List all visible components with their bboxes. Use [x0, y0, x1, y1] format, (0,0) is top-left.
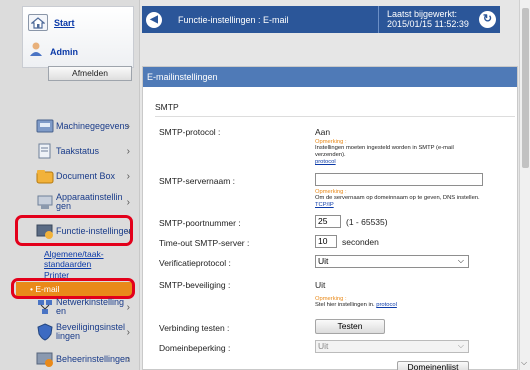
- highlight-function-settings: [15, 215, 133, 246]
- smtp-security-label: SMTP-beveiliging :: [159, 280, 231, 290]
- smtp-port-input[interactable]: 25: [315, 215, 341, 228]
- note-body: Instellingen moeten ingesteld worden in …: [315, 145, 454, 158]
- document-box-icon: [36, 167, 54, 185]
- sidebar-item-label: Document Box: [56, 171, 116, 181]
- sidebar-item-security-settings[interactable]: Beveiligingsinstellingen ›: [36, 320, 134, 344]
- smtp-server-input[interactable]: [315, 173, 483, 186]
- test-button[interactable]: Testen: [315, 319, 385, 334]
- user-avatar-icon: [28, 41, 44, 62]
- timeout-label: Time-out SMTP-server :: [159, 238, 250, 248]
- select-value: Uit: [318, 256, 329, 266]
- email-settings-panel: E-mailinstellingen SMTP SMTP-protocol : …: [142, 66, 518, 370]
- verification-protocol-select[interactable]: Uit ⌵: [315, 255, 469, 268]
- domain-restriction-select[interactable]: Uit ⌵: [315, 340, 469, 353]
- sidebar-item-network-settings[interactable]: Netwerkinstellingen ›: [36, 295, 134, 319]
- sidebar-item-label: Apparaatinstellingen: [56, 192, 123, 211]
- sidebar-item-label: Machinegegevens: [56, 121, 130, 131]
- smtp-protocol-value: Aan: [315, 127, 331, 137]
- sub-link-general-defaults[interactable]: Algemene/taak- standaarden: [44, 249, 104, 269]
- job-status-icon: [36, 142, 54, 160]
- machine-info-icon: [36, 117, 54, 135]
- page-title: Functie-instellingen : E-mail: [178, 14, 289, 25]
- network-settings-icon: [36, 298, 54, 316]
- last-updated-label: Laatst bijgewerkt:: [387, 9, 458, 19]
- sidebar: Start Admin Afmelden Machinegegevens › T…: [0, 0, 140, 370]
- divider: [155, 116, 515, 117]
- scrollbar-thumb[interactable]: [522, 8, 529, 168]
- timeout-input[interactable]: 10: [315, 235, 337, 248]
- refresh-icon[interactable]: ↻: [479, 11, 496, 28]
- page-header: ◀ Functie-instellingen : E-mail Laatst b…: [142, 6, 500, 33]
- chevron-down-icon: ⌵: [457, 341, 464, 350]
- chevron-right-icon: ›: [126, 196, 130, 208]
- logout-button[interactable]: Afmelden: [48, 66, 132, 81]
- admin-label: Admin: [50, 46, 78, 57]
- shield-icon: [36, 323, 54, 341]
- domain-restriction-label: Domeinbeperking :: [159, 343, 231, 353]
- sidebar-item-label: Netwerkinstellingen: [56, 297, 125, 316]
- user-box: Start Admin: [22, 6, 134, 68]
- chevron-right-icon: ›: [126, 120, 130, 132]
- test-connection-label: Verbinding testen :: [159, 323, 230, 333]
- last-updated-value: 2015/01/15 11:52:39: [387, 19, 469, 29]
- chevron-down-icon[interactable]: ⌵: [521, 358, 527, 368]
- sidebar-item-document-box[interactable]: Document Box ›: [36, 164, 134, 188]
- app-window: Start Admin Afmelden Machinegegevens › T…: [0, 0, 530, 370]
- select-value: Uit: [318, 341, 329, 351]
- smtp-port-label: SMTP-poortnummer :: [159, 218, 241, 228]
- sidebar-item-label: Beheerinstellingen: [56, 354, 131, 364]
- scrollbar[interactable]: ⌵: [519, 0, 530, 370]
- device-settings-icon: [36, 193, 54, 211]
- chevron-right-icon: ›: [126, 301, 130, 313]
- note-body: Stel hier instellingen in.: [315, 302, 375, 308]
- smtp-security-value: Uit: [315, 280, 326, 290]
- start-link[interactable]: Start: [54, 18, 75, 28]
- domain-list-button[interactable]: Domeinenlijst: [397, 361, 469, 370]
- start-row[interactable]: Start: [28, 14, 75, 31]
- protocol-link[interactable]: protocol: [315, 159, 336, 165]
- smtp-protocol-label: SMTP-protocol :: [159, 127, 221, 137]
- last-updated: Laatst bijgewerkt: 2015/01/15 11:52:39: [378, 6, 469, 33]
- chevron-right-icon: ›: [126, 353, 130, 365]
- section-title: SMTP: [155, 102, 179, 112]
- sidebar-item-management-settings[interactable]: Beheerinstellingen ›: [36, 347, 134, 370]
- timeout-unit: seconden: [342, 237, 379, 247]
- chevron-right-icon: ›: [126, 326, 130, 338]
- chevron-right-icon: ›: [126, 170, 130, 182]
- note-text: Instellingen moeten ingesteld worden in …: [315, 145, 485, 166]
- verification-protocol-label: Verificatieprotocol :: [159, 258, 231, 268]
- chevron-down-icon: ⌵: [457, 256, 464, 265]
- port-range: (1 - 65535): [346, 217, 388, 227]
- smtp-server-label: SMTP-servernaam :: [159, 176, 236, 186]
- sidebar-item-machine-info[interactable]: Machinegegevens ›: [36, 114, 134, 138]
- sidebar-item-label: Taakstatus: [56, 146, 100, 156]
- note-body: Om de servernaam op domeinnaam op te gev…: [315, 195, 480, 201]
- sidebar-item-device-settings[interactable]: Apparaatinstellingen ›: [36, 190, 134, 214]
- sidebar-item-job-status[interactable]: Taakstatus ›: [36, 139, 134, 163]
- note-text: Stel hier instellingen in. protocol: [315, 302, 485, 309]
- admin-row: Admin: [28, 41, 78, 62]
- protocol-link[interactable]: protocol: [376, 302, 397, 308]
- tcpip-link[interactable]: TCP/IP: [315, 202, 334, 208]
- note-text: Om de servernaam op domeinnaam op te gev…: [315, 195, 485, 209]
- home-icon[interactable]: [28, 14, 48, 31]
- chevron-right-icon: ›: [126, 145, 130, 157]
- management-settings-icon: [36, 350, 54, 368]
- sidebar-item-label: Beveiligingsinstellingen: [56, 322, 126, 341]
- sub-link-text: Algemene/taak-: [44, 249, 104, 259]
- back-arrow-icon[interactable]: ◀: [146, 11, 162, 28]
- sub-link-text: standaarden: [44, 259, 92, 269]
- panel-title: E-mailinstellingen: [143, 67, 517, 87]
